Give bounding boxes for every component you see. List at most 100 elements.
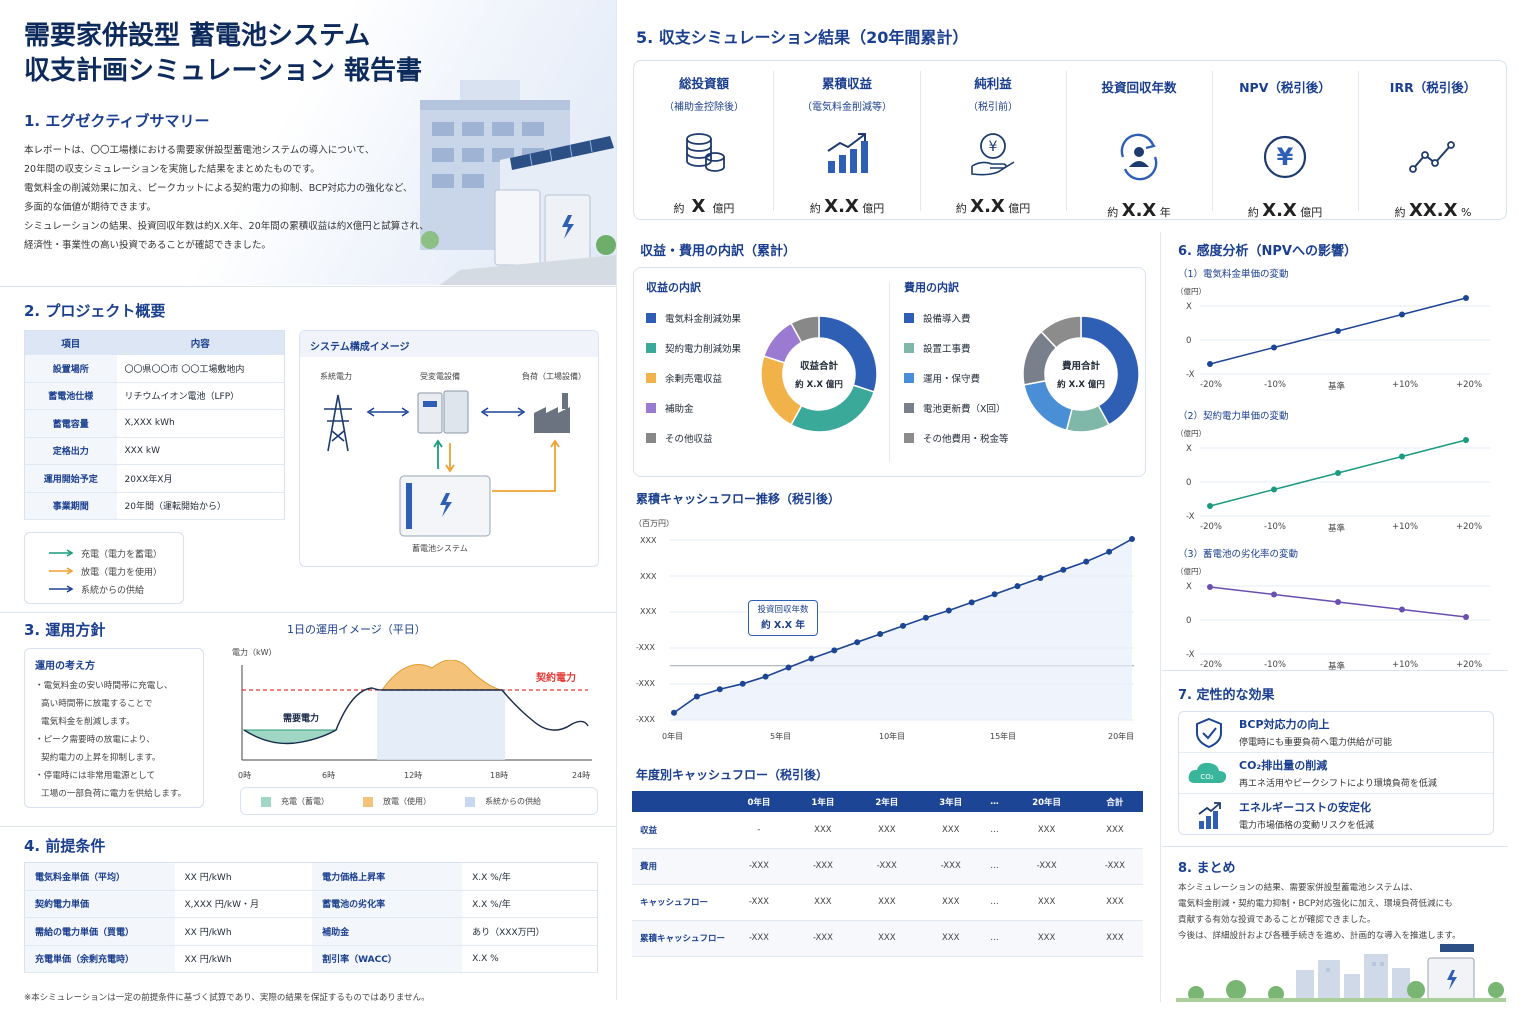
list-item: 運用・保守費 xyxy=(904,363,1009,393)
data-point xyxy=(854,639,861,646)
data-point xyxy=(1399,606,1405,613)
system-diagram: システム構成イメージ 系統電力 受変電設備 負荷（工場設備） 蓄電池システム xyxy=(299,330,599,567)
data-point xyxy=(877,631,884,638)
tower-icon xyxy=(324,394,352,452)
y-tick: 0 xyxy=(1186,478,1192,488)
arrow-substation-load xyxy=(480,407,526,417)
annual-cashflow-table: 0年目 1年目 2年目 3年目… 20年目 合計 収益 - XXX XXX XXX… XXX XXX … xyxy=(632,791,1143,957)
table-row: 累積キャッシュフロー -XXX -XXX XXX XXX… XXX XXX xyxy=(632,920,1143,957)
city-illustration xyxy=(1176,944,1506,1002)
data-point xyxy=(1399,311,1405,318)
report-title-line2: 収支計画シミュレーション 報告書 xyxy=(24,56,423,86)
data-point xyxy=(1463,295,1469,301)
shield-check-icon xyxy=(1196,717,1222,749)
list-item: 設備導入費 xyxy=(904,303,1009,333)
table-row: 設置場所 〇〇県〇〇市 〇〇工場敷地内 xyxy=(24,354,285,383)
divider xyxy=(0,612,616,613)
operation-policy-box: 運用の考え方 ・電気料金の安い時間帯に充電し、 高い時間帯に放電することで 電気料金… xyxy=(24,648,204,808)
section1-heading: 1. エグゼクティブサマリー xyxy=(24,112,210,130)
kpi-cumulative-revenue: 累積収益 （電気料金削減等） 約 X.X 億円 xyxy=(802,76,892,217)
y-tick: X xyxy=(1186,582,1192,592)
data-point xyxy=(900,622,906,629)
data-point xyxy=(1271,486,1277,493)
sensitivity-chart xyxy=(1200,584,1490,655)
arrow-grid-substation xyxy=(366,407,410,417)
trend-line-icon xyxy=(1409,141,1455,173)
data-point xyxy=(922,614,929,621)
cost-legend: 設備導入費 設置工事費 運用・保守費 電池更新費（X回） その他費用・税金等 xyxy=(904,303,1009,453)
data-point xyxy=(716,686,723,693)
table-row: 充電単価（余剰充電時） XX 円/kWh 割引率（WACC） X.X % xyxy=(24,945,598,973)
annual-cf-heading: 年度別キャッシュフロー（税引後） xyxy=(636,768,829,782)
data-point xyxy=(785,664,792,671)
data-point xyxy=(1463,437,1469,443)
sensitivity-subtitle: （2）契約電力単価の変動 xyxy=(1178,411,1289,422)
table-row: 運用開始予定 20XX年X月 xyxy=(24,464,285,493)
list-item: CO₂ CO₂排出量の削減 再エネ活用やピークシフトにより環境負荷を低減 xyxy=(1179,753,1493,794)
divider xyxy=(0,286,616,287)
kpi-total-investment: 総投資額 （補助金控除後） 約 X 億円 xyxy=(664,76,744,217)
yen-circle-icon: ¥ xyxy=(1263,135,1307,179)
svg-text:¥: ¥ xyxy=(989,139,998,155)
x-tick: +10% xyxy=(1392,522,1419,532)
grid-supply-area xyxy=(377,690,505,760)
sensitivity-subtitle: （3）蓄電池の劣化率の変動 xyxy=(1178,549,1299,560)
data-point xyxy=(1060,566,1067,573)
section8-heading: 8. まとめ xyxy=(1178,861,1236,876)
section2-heading: 2. プロジェクト概要 xyxy=(24,302,166,320)
data-point xyxy=(1463,614,1469,620)
payback-cycle-icon xyxy=(1120,133,1158,181)
y-tick: -X xyxy=(1186,512,1195,522)
daily-chart-title: 1日の運用イメージ（平日） xyxy=(287,623,426,636)
list-item: エネルギーコストの安定化 電力市場価格の変動リスクを低減 xyxy=(1179,794,1493,835)
payback-callout: 投資回収年数約 X.X 年 xyxy=(748,600,818,636)
kpi-net-profit: 純利益 （税引前） ¥ 約 X.X 億円 xyxy=(955,76,1031,217)
demand-label: 需要電力 xyxy=(283,714,320,724)
section4-heading: 4. 前提条件 xyxy=(24,837,106,855)
table-row: 契約電力単価 X,XXX 円/kW・月 蓄電池の劣化率 X.X %/年 xyxy=(24,890,598,918)
table-row: キャッシュフロー -XXX XXX XXX XXX… XXX XXX xyxy=(632,884,1143,921)
executive-summary: 本レポートは、〇〇工場様における需要家併設型蓄電池システムの導入について、 20年… xyxy=(24,145,429,251)
factory-icon xyxy=(534,393,570,433)
contract-power-label: 契約電力 xyxy=(536,673,576,684)
battery-icon xyxy=(399,475,491,537)
x-tick: +10% xyxy=(1392,660,1419,670)
svg-text:¥: ¥ xyxy=(1277,143,1294,171)
daily-chart-legend: 充電（蓄電） 放電（使用） 系統からの供給 xyxy=(240,787,598,815)
data-point xyxy=(831,647,838,654)
x-tick: -20% xyxy=(1200,380,1222,390)
kpi-npv: NPV（税引後） ¥ 約 X.X 億円 xyxy=(1239,80,1331,221)
list-item: 電気料金削減効果 xyxy=(646,303,741,333)
data-point xyxy=(945,607,952,614)
y-tick: X xyxy=(1186,302,1192,312)
data-point xyxy=(1271,591,1277,598)
section6-heading: 6. 感度分析（NPVへの影響） xyxy=(1178,244,1357,259)
list-item: 契約電力削減効果 xyxy=(646,333,741,363)
x-tick: -10% xyxy=(1264,522,1286,532)
y-tick: -X xyxy=(1186,370,1195,380)
data-point xyxy=(808,655,815,662)
data-point xyxy=(1129,536,1135,543)
x-tick: +10% xyxy=(1392,380,1419,390)
data-point xyxy=(1335,328,1341,334)
x-tick: -20% xyxy=(1200,660,1222,670)
kpi-irr: IRR（税引後） 約 XX.X % xyxy=(1389,80,1477,221)
x-tick: +20% xyxy=(1456,660,1483,670)
data-point xyxy=(739,680,746,687)
cumulative-cashflow-chart xyxy=(670,536,1135,721)
revenue-legend: 電気料金削減効果 契約電力削減効果 余剰売電収益 補助金 その他収益 xyxy=(646,303,741,453)
x-tick: 基準 xyxy=(1328,382,1346,392)
x-tick: -10% xyxy=(1264,660,1286,670)
breakdown-heading: 収益・費用の内訳（累計） xyxy=(640,244,797,259)
list-item: 余剰売電収益 xyxy=(646,363,741,393)
data-point xyxy=(1106,548,1113,555)
kpi-payback-years: 投資回収年数 約 X.X 年 xyxy=(1101,80,1177,221)
y-tick: X xyxy=(1186,444,1192,454)
qualitative-effects: BCP対応力の向上 停電時にも重要負荷へ電力供給が可能 CO₂ CO₂排出量の削減再… xyxy=(1178,711,1494,835)
x-tick: +20% xyxy=(1456,522,1483,532)
report-title-line1: 需要家併設型 蓄電池システム xyxy=(24,21,371,51)
coins-icon xyxy=(686,133,725,172)
data-point xyxy=(1037,574,1044,581)
sensitivity-subtitle: （1）電気料金単価の変動 xyxy=(1178,269,1289,280)
table-row: 電気料金単価（平均） XX 円/kWh 電力価格上昇率 X.X %/年 xyxy=(24,862,598,891)
